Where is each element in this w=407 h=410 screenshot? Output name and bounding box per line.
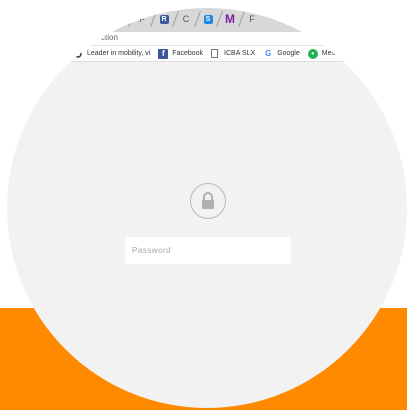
bookmark-leader-in-mobility[interactable]: Leader in mobility, vi	[73, 48, 151, 59]
bookmark-messages[interactable]: • Message	[307, 48, 351, 59]
tab-favicon: R	[159, 14, 169, 24]
document-icon	[211, 49, 219, 58]
lock-icon	[190, 183, 226, 219]
address-bar-text: ction	[101, 33, 118, 42]
facebook-icon: f	[158, 48, 169, 59]
bookmark-google[interactable]: G Google	[263, 49, 300, 59]
bookmarks-bar: Leader in mobility, vi f Facebook ICBA S…	[7, 46, 407, 62]
tab-glyph: C	[182, 14, 190, 24]
bookmark-label: Facebook	[172, 50, 204, 57]
refresh-icon	[73, 48, 83, 59]
tab-glyph: M	[225, 12, 235, 26]
lock-screen-viewport: F R C S M F ction Leader in mobility, vi…	[7, 8, 407, 408]
bookmark-label: Google	[277, 50, 300, 57]
browser-tab[interactable]: F	[238, 11, 263, 27]
tab-favicon: S	[203, 14, 213, 24]
tab-glyph: F	[139, 14, 145, 24]
bookmark-icba-slx[interactable]: ICBA SLX	[211, 49, 255, 58]
google-icon: G	[265, 49, 272, 58]
bookmark-label: Leader in mobility, vi	[87, 50, 151, 57]
browser-tab-strip: F R C S M F	[7, 8, 407, 32]
tab-separator	[128, 11, 135, 27]
messages-icon: •	[307, 48, 318, 59]
tab-glyph: F	[249, 14, 255, 24]
bookmark-label: ICBA SLX	[224, 50, 256, 57]
password-input[interactable]	[125, 237, 291, 264]
bookmark-label: Message	[321, 50, 351, 57]
bookmark-facebook[interactable]: f Facebook	[158, 48, 204, 59]
address-bar[interactable]: ction	[7, 32, 407, 46]
